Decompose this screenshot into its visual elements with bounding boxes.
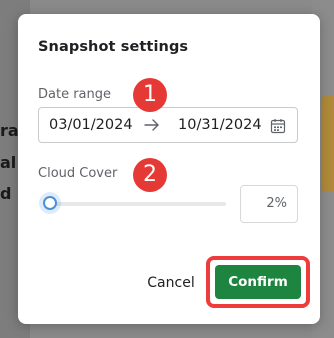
cloud-cover-slider-thumb[interactable] xyxy=(42,196,57,210)
dialog-title: Snapshot settings xyxy=(38,39,189,55)
screen: ra al d Snapshot settings Date range 03/… xyxy=(0,0,334,338)
annotation-badge-1: 1 xyxy=(133,78,167,112)
arrow-right-icon xyxy=(144,119,159,131)
date-range-picker[interactable]: 03/01/2024 10/31/2024 xyxy=(38,107,298,143)
snapshot-settings-dialog: Snapshot settings Date range 03/01/2024 … xyxy=(18,14,320,324)
calendar-icon[interactable] xyxy=(270,118,286,134)
cloud-cover-value-input[interactable]: 2% xyxy=(240,185,298,223)
confirm-button[interactable]: Confirm xyxy=(215,265,301,299)
annotation-badge-2: 2 xyxy=(133,158,167,192)
background-accent xyxy=(322,96,334,192)
cloud-cover-slider-track[interactable] xyxy=(46,202,226,206)
start-date-input[interactable]: 03/01/2024 xyxy=(49,117,133,133)
end-date-input[interactable]: 10/31/2024 xyxy=(178,117,262,133)
date-range-label: Date range xyxy=(38,87,112,102)
cancel-button[interactable]: Cancel xyxy=(140,266,202,300)
cloud-cover-label: Cloud Cover xyxy=(38,166,118,181)
